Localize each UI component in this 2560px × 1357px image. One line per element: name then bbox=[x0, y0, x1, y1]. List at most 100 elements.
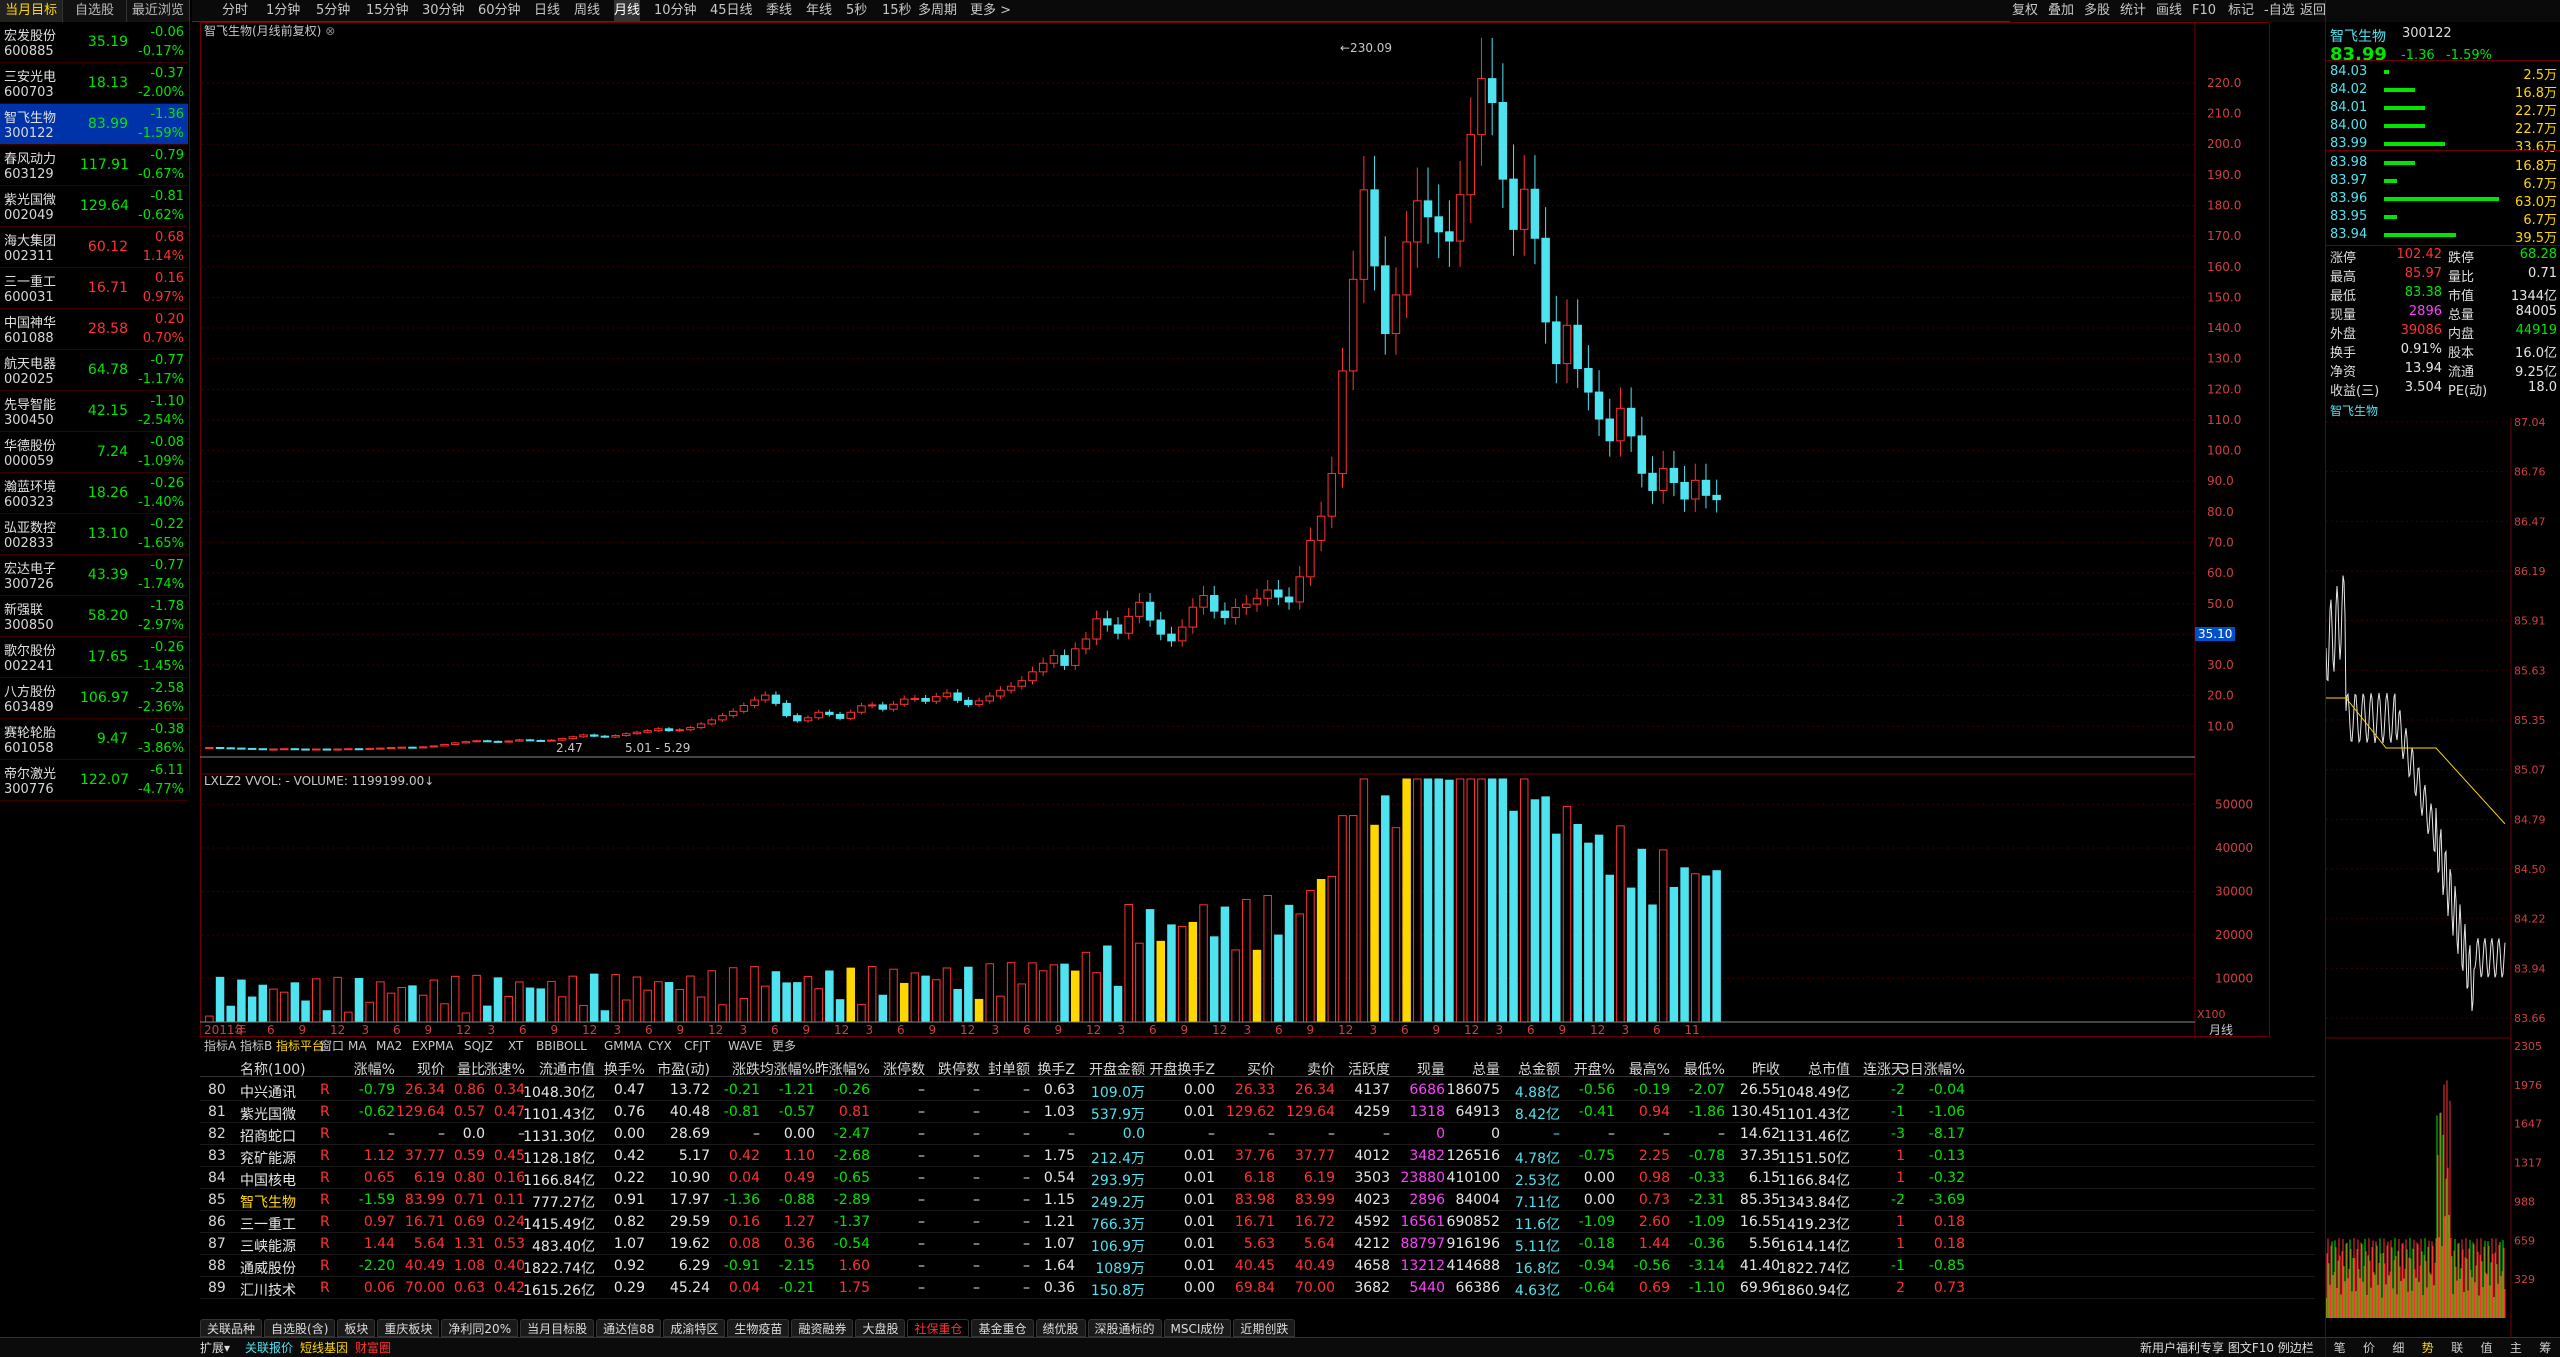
column-header[interactable]: 换手Z bbox=[995, 1059, 1075, 1079]
tool-1[interactable]: 叠加 bbox=[2048, 0, 2074, 22]
tab-monthly-target[interactable]: 当月目标 bbox=[0, 0, 64, 22]
column-header[interactable]: 开盘金额 bbox=[1065, 1059, 1145, 1079]
stock-list-item[interactable]: 宏达电子 300726 43.39 -0.77 -1.74% bbox=[0, 555, 188, 596]
period-14[interactable]: 15秒 bbox=[882, 0, 912, 22]
tool-4[interactable]: 画线 bbox=[2156, 0, 2182, 22]
stock-list-item[interactable]: 智飞生物 300122 83.99 -1.36 -1.59% bbox=[0, 104, 188, 145]
table-row[interactable]: 85 智飞生物 R -1.59 83.99 0.71 0.11 777.27亿 0.91 17.9… bbox=[200, 1189, 2315, 1211]
indicator-tab-12[interactable]: CFJT bbox=[684, 1038, 710, 1054]
indicator-tab-7[interactable]: SQJZ bbox=[464, 1038, 493, 1054]
period-3[interactable]: 15分钟 bbox=[366, 0, 409, 22]
stock-list-item[interactable]: 八方股份 603489 106.97 -2.58 -2.36% bbox=[0, 678, 188, 719]
tool-5[interactable]: F10 bbox=[2192, 0, 2216, 22]
related-quote-link[interactable]: 关联报价 bbox=[245, 1338, 293, 1357]
indicator-tab-13[interactable]: WAVE bbox=[728, 1038, 762, 1054]
sector-tab-7[interactable]: 成渝特区 bbox=[663, 1319, 726, 1337]
tool-7[interactable]: -自选 bbox=[2264, 0, 2295, 22]
indicator-tab-9[interactable]: BBIBOLL bbox=[536, 1038, 587, 1054]
table-row[interactable]: 84 中国核电 R 0.65 6.19 0.80 0.16 1166.84亿 0.22 10.90… bbox=[200, 1167, 2315, 1189]
sector-tab-5[interactable]: 当月目标股 bbox=[520, 1319, 595, 1337]
period-5[interactable]: 60分钟 bbox=[478, 0, 521, 22]
period-8[interactable]: 月线 bbox=[614, 0, 641, 22]
sector-tab-12[interactable]: 基金重仓 bbox=[971, 1319, 1034, 1337]
sector-tab-0[interactable]: 关联品种 bbox=[200, 1319, 263, 1337]
table-row[interactable]: 88 通威股份 R -2.20 40.49 1.08 0.40 1822.74亿 0.92 6.2… bbox=[200, 1255, 2315, 1277]
period-9[interactable]: 10分钟 bbox=[654, 0, 697, 22]
table-row[interactable]: 86 三一重工 R 0.97 16.71 0.69 0.24 1415.49亿 0.82 29.5… bbox=[200, 1211, 2315, 1233]
period-2[interactable]: 5分钟 bbox=[316, 0, 350, 22]
period-1[interactable]: 1分钟 bbox=[266, 0, 300, 22]
tool-8[interactable]: 返回 bbox=[2300, 0, 2326, 22]
promo-text[interactable]: 新用户福利专享 图文F10 例边栏 bbox=[2140, 1338, 2314, 1357]
period-15[interactable]: 多周期 bbox=[918, 0, 957, 22]
period-7[interactable]: 周线 bbox=[574, 0, 600, 22]
sector-tab-4[interactable]: 净利同20% bbox=[441, 1319, 519, 1337]
tool-2[interactable]: 多股 bbox=[2084, 0, 2110, 22]
indicator-tab-1[interactable]: 指标B bbox=[240, 1038, 272, 1054]
sector-tab-9[interactable]: 融资融券 bbox=[791, 1319, 854, 1337]
stock-list-item[interactable]: 赛轮轮胎 601058 9.47 -0.38 -3.86% bbox=[0, 719, 188, 760]
kline-chart[interactable]: 220.0 210.0 200.0 190.0 180.0 170.0 160.0 150.0… bbox=[200, 22, 2270, 1037]
stock-list-item[interactable]: 海大集团 002311 60.12 0.68 1.14% bbox=[0, 227, 188, 268]
table-row[interactable]: 80 中兴通讯 R -0.79 26.34 0.86 0.34 1048.30亿 0.47 13.… bbox=[200, 1079, 2315, 1101]
stock-list-item[interactable]: 三一重工 600031 16.71 0.16 0.97% bbox=[0, 268, 188, 309]
stock-list-item[interactable]: 新强联 300850 58.20 -1.78 -2.97% bbox=[0, 596, 188, 637]
indicator-tab-2[interactable]: 指标平台 bbox=[276, 1038, 324, 1054]
sector-tab-8[interactable]: 生物疫苗 bbox=[727, 1319, 790, 1337]
indicator-tab-4[interactable]: MA bbox=[348, 1038, 367, 1054]
table-row[interactable]: 87 三峡能源 R 1.44 5.64 1.31 0.53 483.40亿 1.07 19.62 0… bbox=[200, 1233, 2315, 1255]
tab-recent[interactable]: 最近浏览 bbox=[127, 0, 190, 22]
table-row[interactable]: 89 汇川技术 R 0.06 70.00 0.63 0.42 1615.26亿 0.29 45.2… bbox=[200, 1277, 2315, 1299]
stock-list-item[interactable]: 帝尔激光 300776 122.07 -6.11 -4.77% bbox=[0, 760, 188, 801]
column-header[interactable]: 3日涨幅% bbox=[1885, 1059, 1965, 1079]
sector-tab-1[interactable]: 自选股(含) bbox=[264, 1319, 336, 1337]
gene-link[interactable]: 短线基因 bbox=[300, 1338, 348, 1357]
intraday-chart[interactable]: 87.04 86.76 86.47 86.19 85.91 85.63 85.35 85.07… bbox=[2326, 418, 2560, 1338]
sector-tab-14[interactable]: 深股通标的 bbox=[1087, 1319, 1162, 1337]
stock-list-item[interactable]: 瀚蓝环境 600323 18.26 -0.26 -1.40% bbox=[0, 473, 188, 514]
wealth-circle-link[interactable]: 财富圈 bbox=[355, 1338, 391, 1357]
table-row[interactable]: 81 紫光国微 R -0.62 129.64 0.57 0.47 1101.43亿 0.76 40… bbox=[200, 1101, 2315, 1123]
indicator-tab-8[interactable]: XT bbox=[508, 1038, 523, 1054]
sector-tab-15[interactable]: MSCI成份 bbox=[1163, 1319, 1232, 1337]
stock-list-item[interactable]: 航天电器 002025 64.78 -0.77 -1.17% bbox=[0, 350, 188, 391]
period-11[interactable]: 季线 bbox=[766, 0, 792, 22]
indicator-tab-3[interactable]: 窗口 bbox=[320, 1038, 344, 1054]
table-row[interactable]: 83 兖矿能源 R 1.12 37.77 0.59 0.45 1128.18亿 0.42 5.17… bbox=[200, 1145, 2315, 1167]
sector-tab-2[interactable]: 板块 bbox=[337, 1319, 376, 1337]
indicator-tab-5[interactable]: MA2 bbox=[376, 1038, 402, 1054]
period-13[interactable]: 5秒 bbox=[846, 0, 867, 22]
indicator-tab-11[interactable]: CYX bbox=[648, 1038, 672, 1054]
stock-list-item[interactable]: 先导智能 300450 42.15 -1.10 -2.54% bbox=[0, 391, 188, 432]
stock-list-item[interactable]: 华德股份 000059 7.24 -0.08 -1.09% bbox=[0, 432, 188, 473]
stock-list-item[interactable]: 宏发股份 600885 35.19 -0.06 -0.17% bbox=[0, 22, 188, 63]
sector-tab-13[interactable]: 绩优股 bbox=[1035, 1319, 1086, 1337]
tool-6[interactable]: 标记 bbox=[2228, 0, 2254, 22]
stock-list-item[interactable]: 歌尔股份 002241 17.65 -0.26 -1.45% bbox=[0, 637, 188, 678]
column-header[interactable]: 名称(100) bbox=[240, 1059, 306, 1079]
period-16[interactable]: 更多 > bbox=[970, 0, 1011, 22]
period-4[interactable]: 30分钟 bbox=[422, 0, 465, 22]
column-header[interactable]: 昨收 bbox=[1700, 1059, 1780, 1079]
tool-3[interactable]: 统计 bbox=[2120, 0, 2146, 22]
sector-tab-6[interactable]: 通达信88 bbox=[596, 1319, 662, 1337]
indicator-tab-6[interactable]: EXPMA bbox=[412, 1038, 454, 1054]
stock-list-item[interactable]: 三安光电 600703 18.13 -0.37 -2.00% bbox=[0, 63, 188, 104]
column-header[interactable]: 涨速% bbox=[445, 1059, 525, 1079]
period-0[interactable]: 分时 bbox=[222, 0, 248, 22]
sector-tab-11[interactable]: 社保重仓 bbox=[907, 1319, 970, 1337]
table-row[interactable]: 82 招商蛇口 R – –0.0–1131.30亿 0.00 28.69–0.00 -2.47… bbox=[200, 1123, 2315, 1145]
indicator-tab-14[interactable]: 更多 bbox=[772, 1038, 796, 1054]
stock-list-item[interactable]: 紫光国微 002049 129.64 -0.81 -0.62% bbox=[0, 186, 188, 227]
indicator-tab-0[interactable]: 指标A bbox=[204, 1038, 236, 1054]
stock-list-item[interactable]: 中国神华 601088 28.58 0.20 0.70% bbox=[0, 309, 188, 350]
indicator-tab-10[interactable]: GMMA bbox=[604, 1038, 642, 1054]
period-12[interactable]: 年线 bbox=[806, 0, 832, 22]
sector-tab-3[interactable]: 重庆板块 bbox=[377, 1319, 440, 1337]
period-10[interactable]: 45日线 bbox=[710, 0, 753, 22]
sector-tab-16[interactable]: 近期创跌 bbox=[1233, 1319, 1296, 1337]
stock-list-item[interactable]: 弘亚数控 002833 13.10 -0.22 -1.65% bbox=[0, 514, 188, 555]
stock-list-item[interactable]: 春风动力 603129 117.91 -0.79 -0.67% bbox=[0, 145, 188, 186]
period-6[interactable]: 日线 bbox=[534, 0, 560, 22]
sector-tab-10[interactable]: 大盘股 bbox=[855, 1319, 906, 1337]
